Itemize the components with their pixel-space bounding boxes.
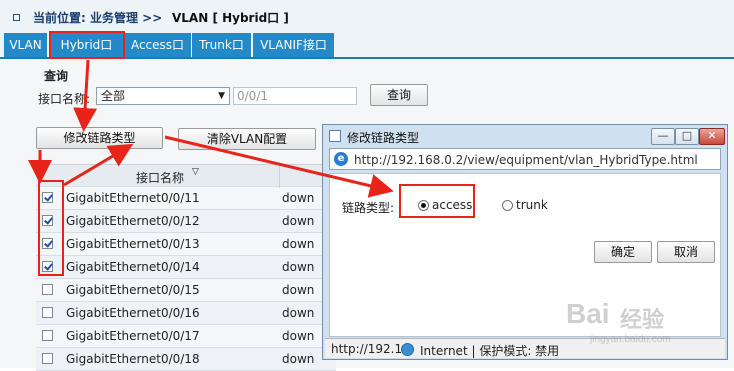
sort-icon[interactable]: ▽: [192, 167, 199, 177]
link-type-label: 链路类型:: [342, 201, 395, 215]
status-url: http://192.1: [331, 342, 403, 356]
row-checkbox[interactable]: [42, 330, 53, 341]
query-title: 查询: [44, 69, 69, 83]
ie-icon: e: [334, 152, 348, 166]
maximize-button[interactable]: □: [675, 128, 699, 145]
modify-link-type-button[interactable]: 修改链路类型: [36, 127, 163, 149]
row-checkbox[interactable]: [42, 307, 53, 318]
table-row[interactable]: GigabitEthernet0/0/12 down: [36, 210, 336, 233]
radio-trunk[interactable]: [502, 200, 513, 211]
table-row[interactable]: GigabitEthernet0/0/14 down: [36, 256, 336, 279]
chevron-down-icon: ▼: [218, 91, 225, 101]
clear-vlan-button[interactable]: 清除VLAN配置: [178, 128, 316, 150]
port-name-label: 接口名称:: [38, 92, 91, 106]
tab-vlanif[interactable]: VLANIF接口: [253, 33, 335, 57]
table-row[interactable]: GigabitEthernet0/0/17 down: [36, 325, 336, 348]
tab-access[interactable]: Access口: [124, 33, 192, 57]
row-checkbox[interactable]: [42, 284, 53, 295]
dialog-title: 修改链路类型: [347, 131, 420, 145]
modify-link-type-dialog: 修改链路类型 — □ ✕ e http://192.168.0.2/view/e…: [322, 124, 728, 360]
breadcrumb-prefix: 当前位置: 业务管理 >>: [33, 11, 163, 25]
radio-access-label[interactable]: access: [432, 198, 472, 212]
tab-hybrid[interactable]: Hybrid口: [50, 33, 124, 57]
watermark-brand: Bai: [566, 298, 610, 329]
row-port-name: GigabitEthernet0/0/15: [66, 283, 200, 297]
row-port-name: GigabitEthernet0/0/12: [66, 214, 200, 228]
close-button[interactable]: ✕: [699, 128, 725, 145]
address-bar[interactable]: e http://192.168.0.2/view/equipment/vlan…: [329, 148, 721, 170]
port-filter-input[interactable]: 0/0/1: [233, 87, 357, 105]
cancel-button[interactable]: 取消: [657, 241, 715, 263]
tab-trunk[interactable]: Trunk口: [192, 33, 252, 57]
row-status: down: [282, 329, 315, 343]
address-url: http://192.168.0.2/view/equipment/vlan_H…: [354, 153, 698, 167]
row-checkbox[interactable]: [42, 192, 53, 203]
radio-access[interactable]: [418, 200, 429, 211]
table-row[interactable]: GigabitEthernet0/0/11 down: [36, 187, 336, 210]
row-checkbox[interactable]: [42, 215, 53, 226]
query-button[interactable]: 查询: [370, 84, 428, 106]
tab-vlan[interactable]: VLAN: [4, 33, 48, 57]
row-port-name: GigabitEthernet0/0/16: [66, 306, 200, 320]
row-port-name: GigabitEthernet0/0/11: [66, 191, 200, 205]
table-row[interactable]: GigabitEthernet0/0/16 down: [36, 302, 336, 325]
row-status: down: [282, 352, 315, 366]
table-header: 接口名称 ▽: [36, 164, 336, 188]
row-status: down: [282, 191, 315, 205]
watermark-url: jingyan.baidu.com: [590, 334, 671, 345]
watermark-brand2: 经验: [620, 308, 665, 333]
globe-icon: [401, 343, 414, 356]
tab-row: VLAN Hybrid口 Access口 Trunk口 VLANIF接口: [0, 33, 734, 59]
table-row[interactable]: GigabitEthernet0/0/13 down: [36, 233, 336, 256]
row-status: down: [282, 237, 315, 251]
status-zone: Internet | 保护模式: 禁用: [420, 344, 560, 358]
row-checkbox[interactable]: [42, 261, 53, 272]
row-status: down: [282, 306, 315, 320]
row-port-name: GigabitEthernet0/0/14: [66, 260, 200, 274]
table-row[interactable]: GigabitEthernet0/0/15 down: [36, 279, 336, 302]
port-select[interactable]: 全部 ▼: [96, 87, 230, 105]
ok-button[interactable]: 确定: [594, 241, 652, 263]
row-status: down: [282, 214, 315, 228]
row-status: down: [282, 260, 315, 274]
bullet-icon: [13, 14, 20, 21]
minimize-button[interactable]: —: [651, 128, 675, 145]
breadcrumb-current: VLAN [ Hybrid口 ]: [172, 11, 289, 25]
row-checkbox[interactable]: [42, 353, 53, 364]
window-icon: [329, 130, 341, 142]
row-port-name: GigabitEthernet0/0/18: [66, 352, 200, 366]
column-header-port-name[interactable]: 接口名称: [136, 169, 184, 186]
port-select-value: 全部: [101, 89, 126, 103]
row-port-name: GigabitEthernet0/0/13: [66, 237, 200, 251]
row-status: down: [282, 283, 315, 297]
column-divider: [279, 165, 280, 188]
row-checkbox[interactable]: [42, 238, 53, 249]
row-port-name: GigabitEthernet0/0/17: [66, 329, 200, 343]
radio-trunk-label[interactable]: trunk: [516, 198, 548, 212]
breadcrumb-bar: 当前位置: 业务管理 >> VLAN [ Hybrid口 ]: [0, 0, 734, 34]
